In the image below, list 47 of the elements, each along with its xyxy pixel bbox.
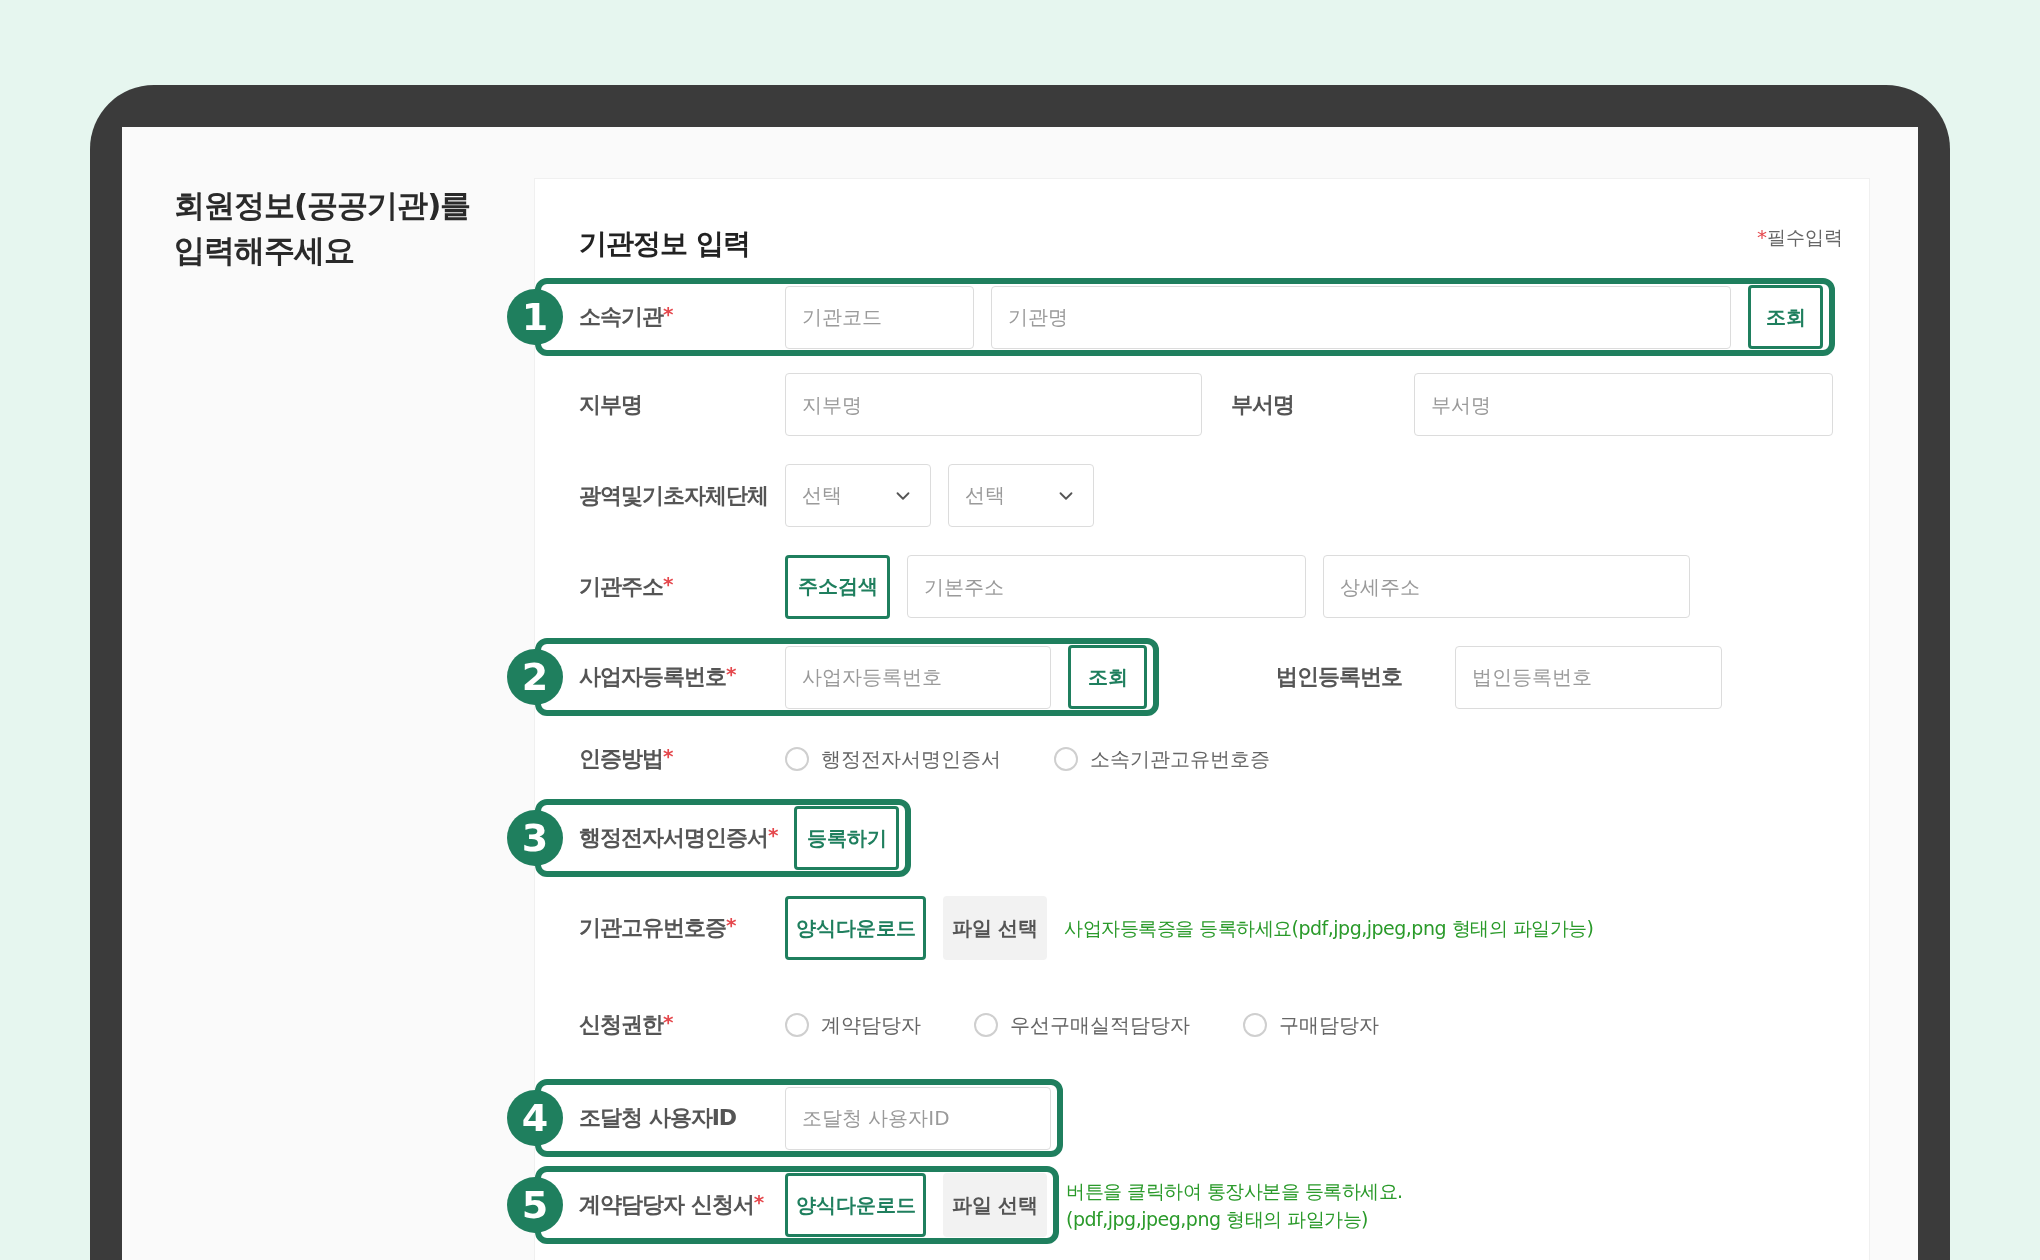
field-label: 지부명 bbox=[579, 390, 643, 419]
field-label: 기관고유번호증* bbox=[579, 913, 737, 942]
text-field[interactable]: 지부명 bbox=[785, 373, 1202, 436]
radio-option[interactable]: 계약담당자 bbox=[785, 1011, 921, 1039]
radio-option[interactable]: 소속기관고유번호증 bbox=[1054, 745, 1270, 773]
action-button[interactable]: 조회 bbox=[1068, 645, 1147, 709]
field-label: 광역및기초자체단체 bbox=[579, 481, 768, 510]
form-title: 기관정보 입력 bbox=[579, 226, 750, 262]
field-label: 부서명 bbox=[1230, 390, 1295, 419]
field-label: 기관주소* bbox=[579, 571, 674, 601]
radio-option[interactable]: 우선구매실적담당자 bbox=[974, 1011, 1190, 1039]
action-button[interactable]: 양식다운로드 bbox=[785, 1173, 926, 1237]
field-label: 사업자등록번호* bbox=[579, 662, 737, 691]
page-title: 회원정보(공공기관)를 입력해주세요 bbox=[174, 186, 472, 270]
help-text: 사업자등록증을 등록하세요(pdf,jpg,jpeg,png 형태의 파일가능) bbox=[1064, 916, 1594, 941]
field-label: 소속기관* bbox=[579, 302, 674, 331]
field-label: 법인등록번호 bbox=[1275, 663, 1403, 691]
field-label: 인증방법* bbox=[579, 744, 674, 773]
file-select-button[interactable]: 파일 선택 bbox=[943, 896, 1047, 960]
text-field[interactable]: 부서명 bbox=[1414, 373, 1833, 436]
text-field[interactable]: 조달청 사용자ID bbox=[785, 1086, 1051, 1150]
action-button[interactable]: 등록하기 bbox=[794, 806, 900, 870]
file-select-button[interactable]: 파일 선택 bbox=[943, 1173, 1047, 1237]
step-badge: 3 bbox=[507, 810, 563, 866]
radio-option[interactable]: 행정전자서명인증서 bbox=[785, 745, 1001, 773]
required-note: *필수입력 bbox=[1757, 225, 1843, 251]
step-badge: 1 bbox=[507, 289, 563, 345]
field-label: 행정전자서명인증서* bbox=[579, 823, 778, 852]
text-field[interactable]: 법인등록번호 bbox=[1455, 645, 1722, 709]
help-text: 버튼을 클릭하여 통장사본을 등록하세요. (pdf,jpg,jpeg,png 형태의 파일가능) bbox=[1066, 1179, 1403, 1232]
radio-option[interactable]: 구매담당자 bbox=[1243, 1011, 1379, 1039]
select-dropdown[interactable]: 선택 bbox=[948, 464, 1094, 527]
select-dropdown[interactable]: 선택 bbox=[785, 464, 931, 527]
step-badge: 4 bbox=[507, 1090, 563, 1146]
action-button[interactable]: 주소검색 bbox=[785, 554, 890, 619]
text-field[interactable]: 사업자등록번호 bbox=[785, 645, 1051, 709]
field-label: 신청권한* bbox=[579, 1010, 674, 1039]
field-label: 계약담당자 신청서* bbox=[579, 1190, 765, 1219]
text-field[interactable]: 기관명 bbox=[991, 285, 1731, 349]
step-badge: 2 bbox=[507, 649, 563, 705]
action-button[interactable]: 조회 bbox=[1748, 285, 1823, 349]
field-label: 조달청 사용자ID bbox=[579, 1104, 738, 1132]
text-field[interactable]: 기본주소 bbox=[907, 555, 1306, 618]
text-field[interactable]: 기관코드 bbox=[785, 285, 974, 349]
action-button[interactable]: 양식다운로드 bbox=[785, 896, 926, 960]
step-badge: 5 bbox=[507, 1177, 563, 1233]
text-field[interactable]: 상세주소 bbox=[1323, 555, 1690, 618]
